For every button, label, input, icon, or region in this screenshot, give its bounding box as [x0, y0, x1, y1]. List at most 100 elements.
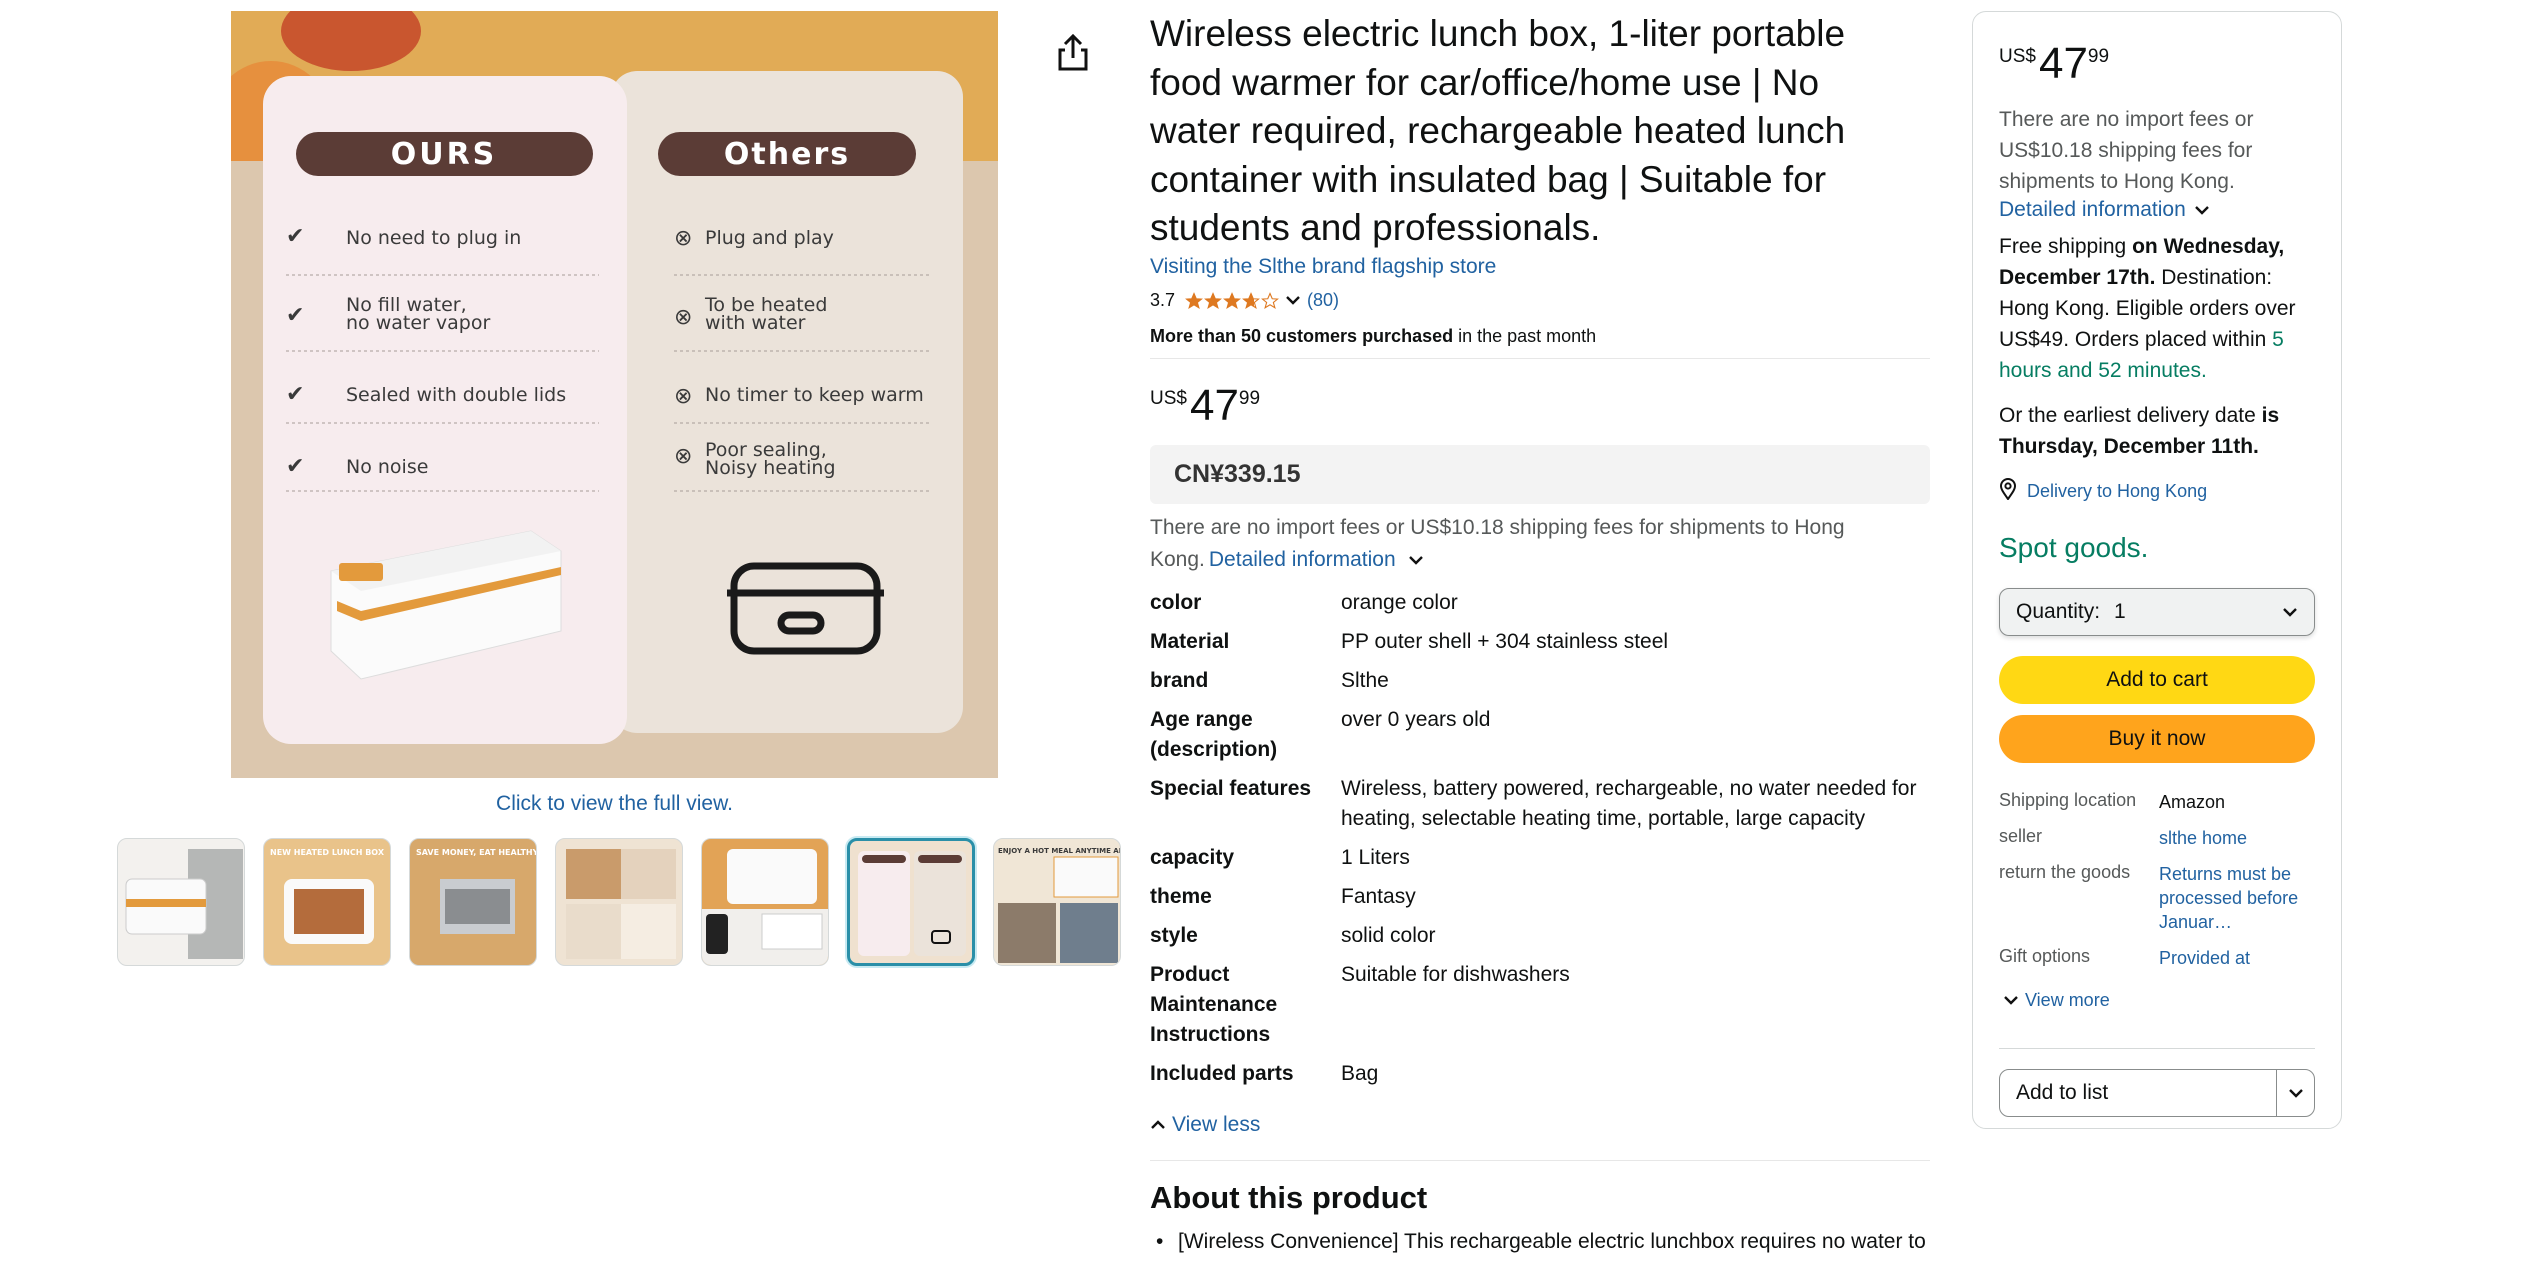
- location-pin-icon: [1999, 478, 2017, 505]
- svg-text:✔: ✔: [286, 303, 304, 328]
- star-icon: [1204, 291, 1222, 309]
- shipping-info: Free shipping on Wednesday, December 17t…: [1999, 235, 2296, 382]
- view-more-link[interactable]: View more: [2003, 990, 2110, 1011]
- add-to-cart-button[interactable]: Add to cart: [1999, 656, 2315, 704]
- spec-row: color orange color: [1150, 588, 1930, 618]
- chevron-down-icon: [2003, 990, 2019, 1011]
- svg-text:with water: with water: [705, 312, 806, 334]
- gift-options-row: Gift options Provided at: [1999, 946, 2315, 970]
- spec-row: Age range (description) over 0 years old: [1150, 705, 1930, 765]
- product-price: US$ 47 99: [1150, 381, 1261, 430]
- divider: [1150, 358, 1930, 359]
- fulfillment-table: Shipping location Amazon seller slthe ho…: [1999, 790, 2315, 982]
- chevron-down-icon: [2282, 600, 2298, 624]
- spec-row: theme Fantasy: [1150, 882, 1930, 912]
- chevron-up-icon: [1150, 1113, 1166, 1137]
- view-less-link[interactable]: View less: [1150, 1113, 1260, 1137]
- thumbnail-3[interactable]: SAVE MONEY, EAT HEALTHY: [409, 838, 537, 966]
- svg-text:✔: ✔: [286, 454, 304, 479]
- divider: [1999, 1048, 2315, 1049]
- buy-box: US$ 47 99 There are no import fees or US…: [1972, 11, 2342, 1129]
- svg-text:✔: ✔: [286, 224, 304, 249]
- buybox-detailed-info[interactable]: Detailed information: [1999, 198, 2210, 222]
- star-icon: [1261, 291, 1279, 309]
- full-view-hint[interactable]: Click to view the full view.: [231, 792, 998, 816]
- spec-value: Wireless, battery powered, rechargeable,…: [1341, 777, 1917, 830]
- stock-status: Spot goods.: [1999, 532, 2149, 563]
- spec-key: Age range (description): [1150, 708, 1278, 761]
- thumbnail-5[interactable]: [701, 838, 829, 966]
- svg-text:✔: ✔: [286, 382, 304, 407]
- spec-key: Included parts: [1150, 1062, 1294, 1085]
- spec-value: 1 Liters: [1341, 846, 1410, 869]
- svg-text:⊗: ⊗: [674, 384, 692, 409]
- brand-store-link[interactable]: Visiting the Slthe brand flagship store: [1150, 255, 1496, 279]
- add-to-list-button[interactable]: Add to list: [1999, 1069, 2315, 1117]
- rating-row: 3.7 (80): [1150, 290, 1339, 311]
- spec-key: capacity: [1150, 846, 1235, 869]
- ours-label: OURS: [391, 137, 498, 172]
- chevron-down-icon[interactable]: [1408, 544, 1424, 576]
- thumbnail-2[interactable]: NEW HEATED LUNCH BOX: [263, 838, 391, 966]
- about-bullet: • [Wireless Convenience] This rechargeab…: [1156, 1230, 1926, 1263]
- thumbnail-1[interactable]: [117, 838, 245, 966]
- star-icon: [1185, 291, 1203, 309]
- rating-value: 3.7: [1150, 290, 1176, 310]
- spec-key: brand: [1150, 669, 1209, 692]
- quantity-select[interactable]: Quantity: 1: [1999, 588, 2315, 636]
- svg-text:no water vapor: no water vapor: [346, 312, 490, 334]
- chevron-down-icon: [2194, 198, 2210, 222]
- thumbnail-7[interactable]: ENJOY A HOT MEAL ANYTIME ANYWHERE: [993, 838, 1121, 966]
- svg-text:No noise: No noise: [346, 456, 428, 478]
- detailed-info-link[interactable]: Detailed information: [1209, 548, 1396, 571]
- shipping-location-row: Shipping location Amazon: [1999, 790, 2226, 812]
- earliest-delivery: Or the earliest delivery date is Thursda…: [1999, 404, 2280, 458]
- svg-text:ENJOY A HOT MEAL ANYTIME ANYWH: ENJOY A HOT MEAL ANYTIME ANYWHERE: [998, 847, 1121, 855]
- purchase-social-proof: More than 50 customers purchased in the …: [1150, 326, 1597, 346]
- quantity-value: 1: [2114, 600, 2126, 623]
- spec-row: style solid color: [1150, 921, 1930, 951]
- about-heading: About this product: [1150, 1180, 1428, 1215]
- svg-text:Noisy heating: Noisy heating: [705, 457, 836, 479]
- spec-value: PP outer shell + 304 stainless steel: [1341, 630, 1669, 653]
- spec-row: Special features Wireless, battery powere…: [1150, 774, 1930, 834]
- gift-options-link[interactable]: Provided at: [2159, 946, 2315, 970]
- thumbnail-6[interactable]: [847, 838, 975, 966]
- spec-row: Product Maintenance Instructions Suitable…: [1150, 960, 1930, 1050]
- star-icon: [1242, 291, 1260, 309]
- svg-text:SAVE MONEY, EAT HEALTHY: SAVE MONEY, EAT HEALTHY: [416, 848, 537, 857]
- svg-text:Sealed with double lids: Sealed with double lids: [346, 384, 566, 406]
- main-product-image[interactable]: OURS Others ✔ No need to plug in ✔ No fi…: [231, 11, 998, 778]
- import-fees-note: There are no import fees or US$10.18 shi…: [1150, 512, 1910, 576]
- others-label: Others: [724, 137, 850, 172]
- spec-row: brand Slthe: [1150, 666, 1930, 696]
- buybox-import-note: There are no import fees or US$10.18 shi…: [1999, 108, 2254, 193]
- chevron-down-icon[interactable]: [1285, 290, 1301, 311]
- spec-key: Material: [1150, 630, 1230, 653]
- spec-value: over 0 years old: [1341, 708, 1491, 731]
- specs-table: color orange color Material PP outer shell …: [1150, 588, 1930, 1098]
- spec-key: Special features: [1150, 777, 1312, 800]
- deliver-to-link[interactable]: Delivery to Hong Kong: [1999, 478, 2207, 505]
- spec-key: style: [1150, 924, 1198, 947]
- star-rating-icon[interactable]: [1185, 291, 1279, 310]
- share-icon[interactable]: [1055, 32, 1091, 72]
- divider: [1150, 1160, 1930, 1161]
- spec-value: solid color: [1341, 924, 1436, 947]
- buybox-price: US$ 47 99: [1999, 39, 2110, 88]
- svg-text:No need to plug in: No need to plug in: [346, 227, 521, 249]
- thumbnail-strip: NEW HEATED LUNCH BOX SAVE MONEY, EAT HEA…: [117, 838, 1121, 966]
- star-icon: [1223, 291, 1241, 309]
- buy-now-button[interactable]: Buy it now: [1999, 715, 2315, 763]
- returns-link[interactable]: Returns must be processed before Januar…: [2159, 862, 2315, 934]
- chevron-down-icon[interactable]: [2276, 1070, 2314, 1116]
- review-count-link[interactable]: (80): [1307, 290, 1339, 311]
- spec-key: theme: [1150, 885, 1212, 908]
- svg-text:NEW HEATED LUNCH BOX: NEW HEATED LUNCH BOX: [270, 848, 385, 857]
- spec-value: Slthe: [1341, 669, 1389, 692]
- comparison-image: OURS Others ✔ No need to plug in ✔ No fi…: [231, 11, 998, 778]
- seller-link[interactable]: slthe home: [2159, 826, 2315, 850]
- svg-text:⊗: ⊗: [674, 444, 692, 469]
- thumbnail-4[interactable]: [555, 838, 683, 966]
- svg-text:⊗: ⊗: [674, 226, 692, 251]
